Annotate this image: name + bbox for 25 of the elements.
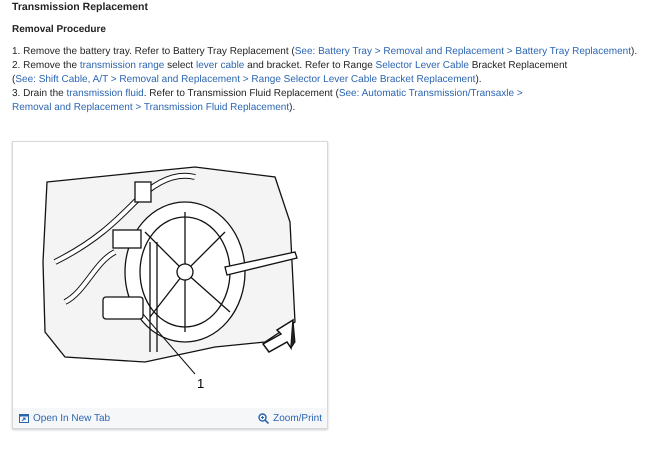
open-in-new-tab-link[interactable]: Open In New Tab (19, 413, 110, 424)
reference-link[interactable]: transmission range (80, 60, 164, 71)
zoom-print-link[interactable]: Zoom/Print (258, 413, 322, 424)
reference-link[interactable]: See: Battery Tray > (294, 46, 381, 57)
reference-link[interactable]: Transmission Fluid Replacement (144, 102, 290, 113)
zoom-icon (258, 413, 270, 424)
reference-link[interactable]: Range Selector Lever Cable Bracket Replacement (251, 74, 476, 85)
procedure-step: 1. Remove the battery tray. Refer to Battery Tray Replacement (See: Battery Tray > Removal and Replacement > Battery Tray Replacement). (12, 45, 642, 59)
reference-link[interactable]: Removal and Replacement > (383, 46, 513, 57)
callout-number: 1 (197, 376, 204, 391)
procedure-step: 2. Remove the transmission range select lever cable and bracket. Refer to Range Selector Lever Cable Bracket Replacement (See: Shift Cable, A/T > Removal and Replacement > Range Selector Lever Cable Bracket Replacement). (12, 59, 642, 87)
page-title: Transmission Replacement (11, 0, 149, 14)
reference-link[interactable]: Removal and Replacement > (119, 74, 249, 85)
leader-line (142, 314, 196, 374)
reference-link[interactable]: transmission fluid (66, 88, 144, 99)
procedure-step: 3. Drain the transmission fluid. Refer to Transmission Fluid Replacement (See: Automatic Transmission/Transaxle > Removal and Replacement > Transmission Fluid Replacement). (12, 87, 642, 115)
reference-link[interactable]: Selector Lever Cable (376, 60, 469, 71)
section-title: Removal Procedure (11, 23, 107, 35)
new-tab-icon (19, 414, 29, 423)
reference-link[interactable]: lever cable (196, 60, 244, 71)
direction-arrow-icon (262, 318, 296, 353)
reference-link[interactable]: See: Shift Cable, A/T > (15, 74, 117, 85)
reference-link[interactable]: Battery Tray Replacement (515, 46, 632, 57)
reference-link[interactable]: Removal and Replacement > (12, 102, 142, 113)
reference-link[interactable]: See: Automatic Transmission/Transaxle > (338, 88, 523, 99)
